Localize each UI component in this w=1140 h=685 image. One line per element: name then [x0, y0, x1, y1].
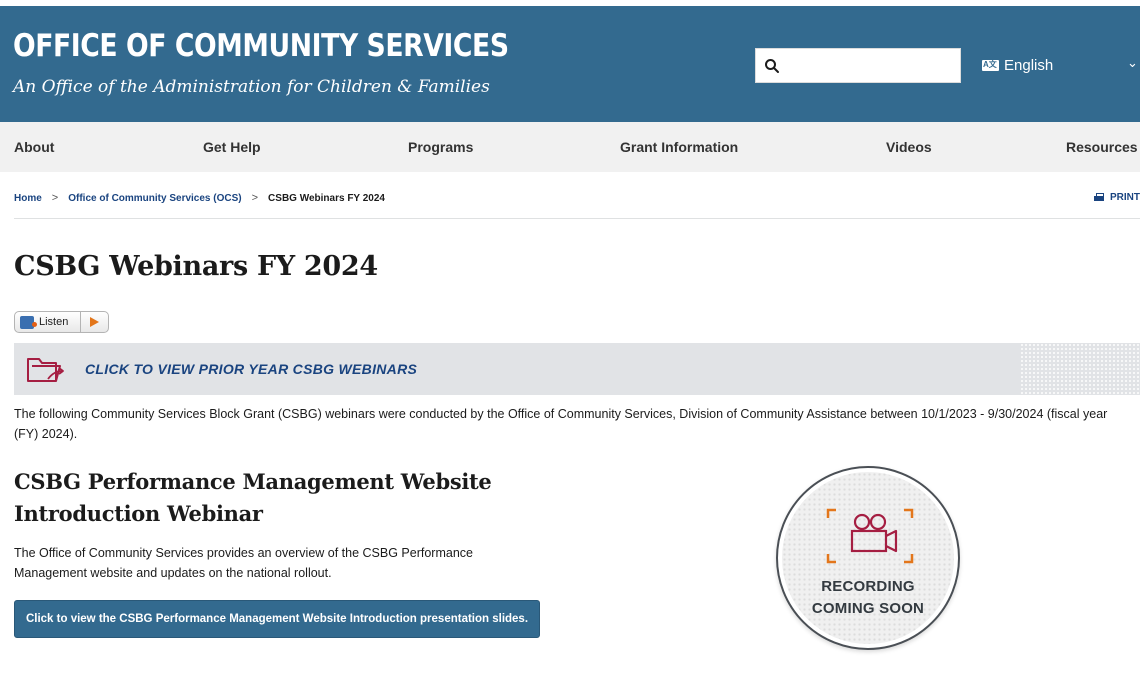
main-nav: About Get Help Programs Grant Informatio…: [0, 122, 1140, 172]
chevron-down-icon[interactable]: ⌄: [1127, 55, 1138, 71]
listen-label: Listen: [39, 316, 69, 328]
search-icon[interactable]: [764, 58, 780, 74]
banner-pattern: [1020, 343, 1140, 395]
section-title-line2: Introduction Webinar: [14, 501, 263, 526]
play-icon[interactable]: [80, 312, 108, 332]
nav-item-resources[interactable]: Resources: [1066, 139, 1138, 155]
search-input[interactable]: [786, 49, 956, 82]
breadcrumb: Home > Office of Community Services (OCS…: [14, 192, 385, 204]
breadcrumb-parent[interactable]: Office of Community Services (OCS): [68, 193, 241, 204]
print-label: PRINT: [1110, 192, 1140, 203]
site-subtitle: An Office of the Administration for Chil…: [13, 77, 490, 97]
banner-link[interactable]: CLICK TO VIEW PRIOR YEAR CSBG WEBINARS: [85, 361, 417, 377]
nav-item-about[interactable]: About: [14, 139, 54, 155]
prior-year-banner[interactable]: CLICK TO VIEW PRIOR YEAR CSBG WEBINARS: [14, 343, 1140, 395]
section-description: The Office of Community Services provide…: [14, 546, 473, 580]
recording-status: RECORDING COMING SOON: [782, 576, 954, 620]
language-selector[interactable]: English: [982, 57, 1053, 74]
listen-button[interactable]: Listen: [14, 311, 110, 333]
section-title: CSBG Performance Management Website Intr…: [14, 466, 492, 530]
print-button[interactable]: PRINT: [1094, 192, 1140, 203]
video-camera-icon: [826, 508, 914, 564]
breadcrumb-home[interactable]: Home: [14, 193, 42, 204]
breadcrumb-separator-icon: >: [251, 192, 259, 204]
folder-icon: [27, 358, 64, 382]
breadcrumb-separator-icon: >: [51, 192, 59, 204]
page-title: CSBG Webinars FY 2024: [14, 251, 378, 282]
recording-status-line2: COMING SOON: [811, 600, 925, 617]
section-title-line1: CSBG Performance Management Website: [14, 469, 492, 494]
divider: [14, 218, 1140, 219]
speaker-icon: [20, 315, 37, 329]
view-slides-button[interactable]: Click to view the CSBG Performance Manag…: [14, 600, 540, 638]
header-top-strip: [0, 0, 1140, 6]
translate-icon: [982, 59, 999, 71]
nav-item-get-help[interactable]: Get Help: [203, 139, 261, 155]
recording-badge-inner: RECORDING COMING SOON: [782, 472, 954, 644]
intro-paragraph: The following Community Services Block G…: [14, 407, 1108, 441]
language-label: English: [1004, 57, 1054, 74]
recording-badge: RECORDING COMING SOON: [776, 466, 960, 650]
nav-item-videos[interactable]: Videos: [886, 139, 932, 155]
nav-item-programs[interactable]: Programs: [408, 139, 473, 155]
breadcrumb-current: CSBG Webinars FY 2024: [268, 192, 385, 204]
printer-icon: [1094, 193, 1104, 202]
recording-status-line1: RECORDING: [821, 578, 915, 595]
search-box[interactable]: [755, 48, 961, 83]
nav-item-grant-information[interactable]: Grant Information: [620, 139, 738, 155]
site-header: OFFICE OF COMMUNITY SERVICES An Office o…: [0, 0, 1140, 122]
site-title[interactable]: OFFICE OF COMMUNITY SERVICES: [13, 28, 509, 64]
